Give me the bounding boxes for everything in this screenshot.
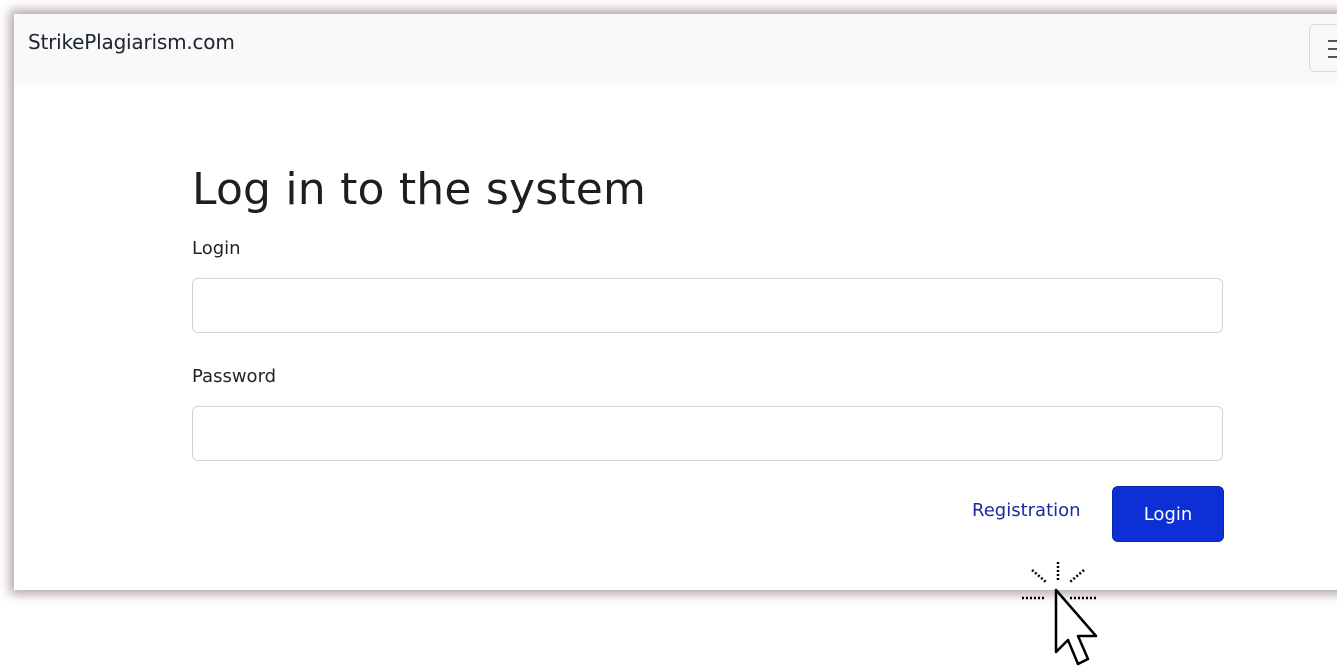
registration-link[interactable]: Registration <box>972 500 1081 521</box>
click-cursor-icon <box>1022 562 1098 666</box>
password-input[interactable] <box>192 406 1223 461</box>
login-label: Login <box>192 238 241 259</box>
menu-icon <box>1328 40 1337 64</box>
navbar: StrikePlagiarism.com <box>14 14 1337 84</box>
menu-toggle-button[interactable] <box>1309 24 1337 72</box>
login-input[interactable] <box>192 278 1223 333</box>
login-button[interactable]: Login <box>1112 486 1224 542</box>
browser-window: StrikePlagiarism.com Log in to the syste… <box>14 14 1337 590</box>
arrow-pointer-icon <box>1054 588 1098 666</box>
password-label: Password <box>192 366 277 387</box>
brand-link[interactable]: StrikePlagiarism.com <box>28 30 235 54</box>
page-title: Log in to the system <box>192 164 647 215</box>
